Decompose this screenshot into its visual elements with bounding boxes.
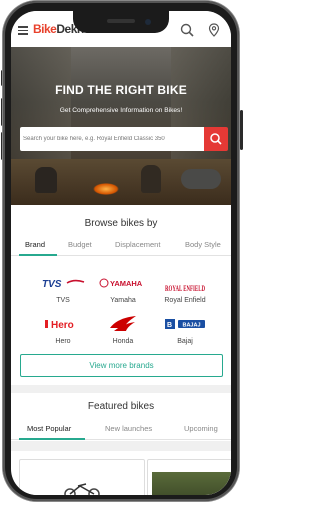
brand-bajaj[interactable]: B BAJAJ Bajaj [155,314,215,354]
hero-campfire [93,183,119,195]
phone-notch [73,11,169,33]
phone-power-button [240,110,243,150]
hero-motorcycle [181,169,221,189]
tab-body-style[interactable]: Body Style [185,240,221,249]
brand-hero[interactable]: Hero Hero [33,314,93,354]
brand-name: TVS [56,297,70,304]
section-divider [11,385,231,393]
phone-mockup: BikeDekho FIND THE RIGHT BIKE Get Compre… [0,0,244,506]
tab-upcoming[interactable]: Upcoming [184,424,218,433]
hero-rider-figure [35,167,57,193]
view-more-brands-button[interactable]: View more brands [20,354,223,377]
hero-logo-text: Hero [51,320,74,331]
tab-brand[interactable]: Brand [25,240,45,249]
section-divider [11,441,231,451]
search-icon[interactable] [180,23,194,37]
bajaj-logo-text: BAJAJ [182,323,200,329]
tvs-logo: TVS [42,279,85,289]
hero-subtitle: Get Comprehensive Information on Bikes! [59,107,183,114]
active-tab-indicator [19,254,57,256]
tab-budget[interactable]: Budget [68,240,92,249]
royal-enfield-logo-text: ROYAL ENFIELD [165,284,205,293]
brand-name: Royal Enfield [164,297,206,304]
brand-name: Honda [112,338,134,345]
brand-yamaha[interactable]: YAMAHA Yamaha [93,273,153,313]
browse-tabs: Brand Budget Displacement Body Style [11,237,231,256]
featured-section-title: Featured bikes [87,401,155,412]
brand-name: Hero [55,338,71,345]
search-submit-button[interactable] [204,127,228,151]
svg-text:B: B [167,322,172,329]
bike-search-input[interactable] [23,128,201,150]
royal-enfield-logo: ROYAL ENFIELD [165,284,205,293]
yamaha-logo: YAMAHA [99,278,143,288]
brand-name: Yamaha [110,297,136,304]
brand-tvs[interactable]: TVS TVS [33,273,93,313]
search-icon [210,133,222,145]
bajaj-logo: B BAJAJ [165,319,205,329]
yamaha-logo-text: YAMAHA [110,279,143,288]
bike-search-box [20,127,204,151]
phone-screen: BikeDekho FIND THE RIGHT BIKE Get Compre… [11,11,231,495]
featured-bike-card[interactable] [147,459,231,495]
hero-title: FIND THE RIGHT BIKE [55,83,187,97]
hero-rider-figure [141,165,161,193]
menu-icon[interactable] [18,26,28,35]
brand-name: Bajaj [177,338,193,345]
tab-displacement[interactable]: Displacement [115,240,160,249]
tvs-logo-text: TVS [42,279,62,289]
tab-new-launches[interactable]: New launches [105,424,152,433]
bike-image [64,483,100,495]
logo-text-primary: Bike [33,22,57,36]
featured-tabs: Most Popular New launches Upcoming [11,421,231,440]
tab-most-popular[interactable]: Most Popular [27,424,71,433]
location-pin-icon[interactable] [208,23,220,37]
brand-honda[interactable]: Honda [93,314,153,354]
active-tab-indicator [19,438,85,440]
featured-bike-card[interactable] [19,459,145,495]
hero-logo: Hero [45,320,74,331]
brand-royal-enfield[interactable]: ROYAL ENFIELD Royal Enfield [155,273,215,313]
browse-section-title: Browse bikes by [84,218,158,229]
hero-banner: FIND THE RIGHT BIKE Get Comprehensive In… [11,47,231,205]
bike-image [152,472,231,495]
honda-wing-logo [110,316,136,331]
